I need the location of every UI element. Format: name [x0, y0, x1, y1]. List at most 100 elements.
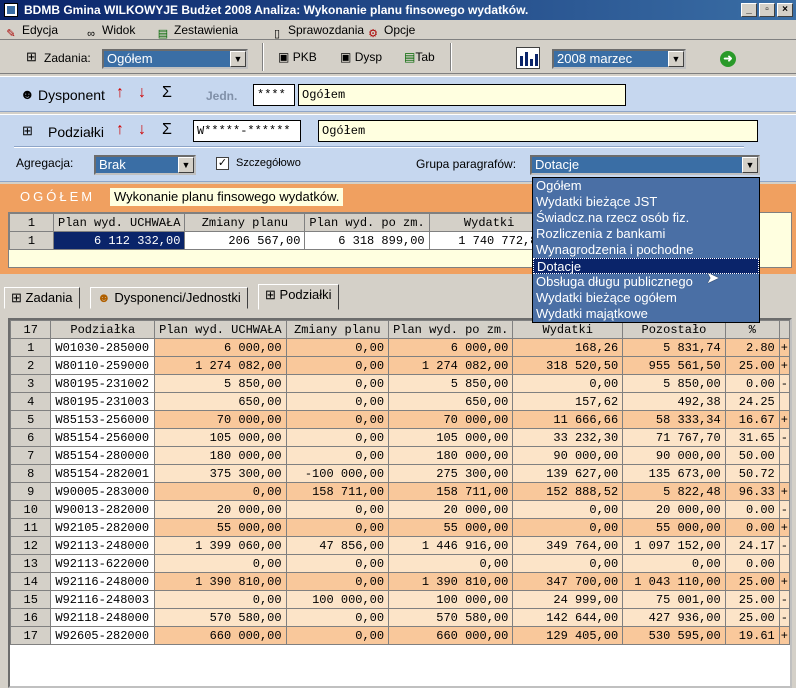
ogolem-row[interactable]: 1 6 112 332,00 206 567,00 6 318 899,00 1… [9, 231, 550, 250]
pozostalo-cell[interactable]: 0,00 [622, 554, 726, 573]
col-header[interactable]: 17 [10, 320, 52, 339]
menu-edycja[interactable]: ✎ Edycja [4, 22, 58, 40]
table-row[interactable]: 15 W92116-248003 0,00 100 000,00 100 000,00 2… [10, 590, 790, 609]
menu-sprawozdania[interactable]: ▯ Sprawozdania [270, 22, 364, 40]
pozostalo-cell[interactable]: 90 000,00 [622, 446, 726, 465]
podzialka-cell[interactable]: W92605-282000 [50, 626, 156, 645]
podzialka-cell[interactable]: W92113-622000 [50, 554, 156, 573]
plan-uchwala-cell[interactable]: 0,00 [154, 590, 287, 609]
zmiany-cell[interactable]: -100 000,00 [285, 464, 390, 483]
menu-opcje[interactable]: ⚙ Opcje [366, 22, 415, 40]
plan-uchwala-cell[interactable]: 6 000,00 [154, 338, 287, 357]
percent-cell[interactable]: 25.00 [724, 590, 780, 609]
sign-cell[interactable]: + [778, 338, 790, 357]
ogolem-col-header[interactable]: Zmiany planu [184, 213, 306, 232]
wydatki-cell[interactable]: 129 405,00 [512, 626, 624, 645]
table-row[interactable]: 12 W92113-248000 1 399 060,00 47 856,00 1 44… [10, 536, 790, 555]
sum-icon[interactable]: Σ [162, 84, 172, 102]
sign-cell[interactable]: - [778, 428, 790, 447]
table-row[interactable]: 5 W85153-256000 70 000,00 0,00 70 000,00 11 6… [10, 410, 790, 429]
podzialka-cell[interactable]: W01030-285000 [50, 338, 156, 357]
dropdown-option[interactable]: Świadcz.na rzecz osób fiz. [533, 210, 759, 226]
sign-cell[interactable] [778, 446, 790, 465]
percent-cell[interactable]: 16.67 [724, 410, 780, 429]
percent-cell[interactable]: 0.00 [724, 500, 780, 519]
plan-po-zm-cell[interactable]: 70 000,00 [388, 410, 514, 429]
chevron-down-icon[interactable]: ▼ [230, 51, 246, 67]
sign-cell[interactable]: - [778, 536, 790, 555]
chevron-down-icon[interactable]: ▼ [742, 157, 758, 173]
table-row[interactable]: 11 W92105-282000 55 000,00 0,00 55 000,00 0,0… [10, 518, 790, 537]
close-button[interactable]: × [777, 3, 793, 17]
grupa-select[interactable]: Dotacje ▼ [530, 155, 760, 175]
table-row[interactable]: 7 W85154-280000 180 000,00 0,00 180 000,00 90… [10, 446, 790, 465]
col-header[interactable]: Podziałka [50, 320, 156, 339]
plan-uchwala-cell[interactable]: 5 850,00 [154, 374, 287, 393]
wydatki-cell[interactable]: 0,00 [512, 374, 624, 393]
zmiany-cell[interactable]: 0,00 [285, 518, 390, 537]
percent-cell[interactable]: 0.00 [724, 374, 780, 393]
table-row[interactable]: 1 W01030-285000 6 000,00 0,00 6 000,00 168,26… [10, 338, 790, 357]
sign-cell[interactable]: + [778, 410, 790, 429]
wydatki-cell[interactable]: 139 627,00 [512, 464, 624, 483]
table-row[interactable]: 2 W80110-259000 1 274 082,00 0,00 1 274 082,… [10, 356, 790, 375]
pozostalo-cell[interactable]: 135 673,00 [622, 464, 726, 483]
plan-po-zm-cell[interactable]: 55 000,00 [388, 518, 514, 537]
dropdown-option[interactable]: Wydatki bieżące JST [533, 194, 759, 210]
plan-po-zm-cell[interactable]: 158 711,00 [388, 482, 514, 501]
plan-uchwala-cell[interactable]: 0,00 [154, 554, 287, 573]
podzialka-cell[interactable]: W90005-283000 [50, 482, 156, 501]
dropdown-option[interactable]: Ogółem [533, 178, 759, 194]
plan-po-zm-cell[interactable]: 5 850,00 [388, 374, 514, 393]
podzialki-name-field[interactable]: Ogółem [318, 120, 758, 142]
plan-po-zm-cell[interactable]: 650,00 [388, 392, 514, 411]
pozostalo-cell[interactable]: 427 936,00 [622, 608, 726, 627]
szczegolowo-checkbox[interactable]: ✓ [216, 157, 229, 170]
sign-cell[interactable]: + [778, 572, 790, 591]
zmiany-cell[interactable]: 0,00 [285, 410, 390, 429]
menu-zestawienia[interactable]: ▤ Zestawienia [156, 22, 238, 40]
plan-uchwala-cell[interactable]: 375 300,00 [154, 464, 287, 483]
ogolem-col-header[interactable]: 1 [9, 213, 54, 232]
sign-cell[interactable]: - [778, 590, 790, 609]
grupa-dropdown-list[interactable]: Ogółem Wydatki bieżące JST Świadcz.na rzec… [532, 177, 760, 323]
wydatki-cell[interactable]: 0,00 [512, 518, 624, 537]
col-header[interactable]: Plan wyd. po zm. [388, 320, 514, 339]
pozostalo-cell[interactable]: 492,38 [622, 392, 726, 411]
wydatki-cell[interactable]: 157,62 [512, 392, 624, 411]
wydatki-cell[interactable]: 318 520,50 [512, 356, 624, 375]
plan-uchwala-cell[interactable]: 1 399 060,00 [154, 536, 287, 555]
sign-cell[interactable]: + [778, 356, 790, 375]
wydatki-cell[interactable]: 349 764,00 [512, 536, 624, 555]
minimize-button[interactable]: _ [741, 3, 757, 17]
table-row[interactable]: 14 W92116-248000 1 390 810,00 0,00 1 390 810… [10, 572, 790, 591]
wydatki-cell[interactable]: 11 666,66 [512, 410, 624, 429]
sign-cell[interactable]: + [778, 626, 790, 645]
pozostalo-cell[interactable]: 1 043 110,00 [622, 572, 726, 591]
menu-widok[interactable]: ∞ Widok [84, 22, 135, 40]
plan-uchwala-cell[interactable]: 55 000,00 [154, 518, 287, 537]
zmiany-cell[interactable]: 0,00 [285, 572, 390, 591]
chevron-down-icon[interactable]: ▼ [178, 157, 194, 173]
zmiany-cell[interactable]: 0,00 [285, 338, 390, 357]
dropdown-option[interactable]: Obsługa długu publicznego [533, 274, 759, 290]
plan-po-zm-cell[interactable]: 660 000,00 [388, 626, 514, 645]
dropdown-option[interactable]: Wydatki bieżące ogółem [533, 290, 759, 306]
table-row[interactable]: 13 W92113-622000 0,00 0,00 0,00 0,00 0,00 0.00 [10, 554, 790, 573]
percent-cell[interactable]: 0.00 [724, 554, 780, 573]
podzialka-cell[interactable]: W80195-231002 [50, 374, 156, 393]
wydatki-cell[interactable]: 0,00 [512, 500, 624, 519]
col-header[interactable]: Wydatki [512, 320, 624, 339]
wydatki-cell[interactable]: 152 888,52 [512, 482, 624, 501]
percent-cell[interactable]: 25.00 [724, 608, 780, 627]
podzialka-cell[interactable]: W85154-280000 [50, 446, 156, 465]
plan-uchwala-cell[interactable]: 180 000,00 [154, 446, 287, 465]
zmiany-cell[interactable]: 0,00 [285, 356, 390, 375]
arrow-down-icon[interactable]: ↓ [138, 84, 146, 102]
sign-cell[interactable]: - [778, 500, 790, 519]
sign-cell[interactable] [778, 464, 790, 483]
plan-po-zm-cell[interactable]: 0,00 [388, 554, 514, 573]
table-row[interactable]: 16 W92118-248000 570 580,00 0,00 570 580,00 1… [10, 608, 790, 627]
pozostalo-cell[interactable]: 20 000,00 [622, 500, 726, 519]
dropdown-option[interactable]: Dotacje [533, 258, 759, 274]
